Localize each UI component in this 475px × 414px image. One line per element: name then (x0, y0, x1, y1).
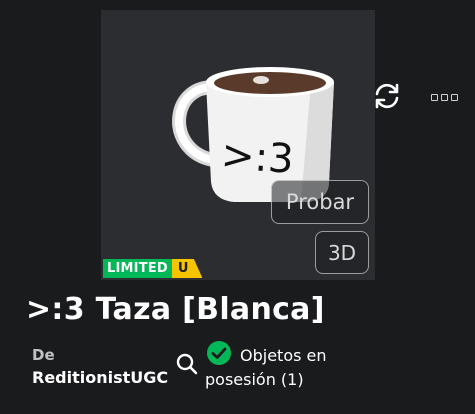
creator-by-label: De (32, 346, 55, 364)
more-options-icon (440, 93, 448, 101)
more-options-icon (450, 93, 458, 101)
more-options-icon (430, 93, 438, 101)
mug-text: >:3 (220, 132, 295, 183)
check-circle-icon (207, 341, 231, 365)
owned-count-label: Objetos en (240, 346, 327, 365)
search-icon[interactable] (175, 352, 199, 376)
more-options-button[interactable] (427, 85, 461, 109)
limited-label: LIMITED (103, 259, 172, 278)
owned-count-value: posesión (1) (205, 370, 304, 389)
item-thumbnail: >:3 Probar 3D LIMITED U (101, 10, 375, 280)
item-details-page: >:3 Probar 3D LIMITED U >:3 Taza [Blanca… (0, 0, 475, 414)
creator-link[interactable]: ReditionistUGC (32, 368, 168, 387)
item-title: >:3 Taza [Blanca] (26, 292, 325, 327)
try-on-button[interactable]: Probar (271, 180, 369, 224)
refresh-button[interactable] (369, 78, 405, 114)
limited-u-label: U (171, 259, 203, 278)
limited-badge: LIMITED U (103, 259, 203, 278)
view-3d-button[interactable]: 3D (315, 231, 369, 274)
refresh-icon (375, 83, 399, 109)
